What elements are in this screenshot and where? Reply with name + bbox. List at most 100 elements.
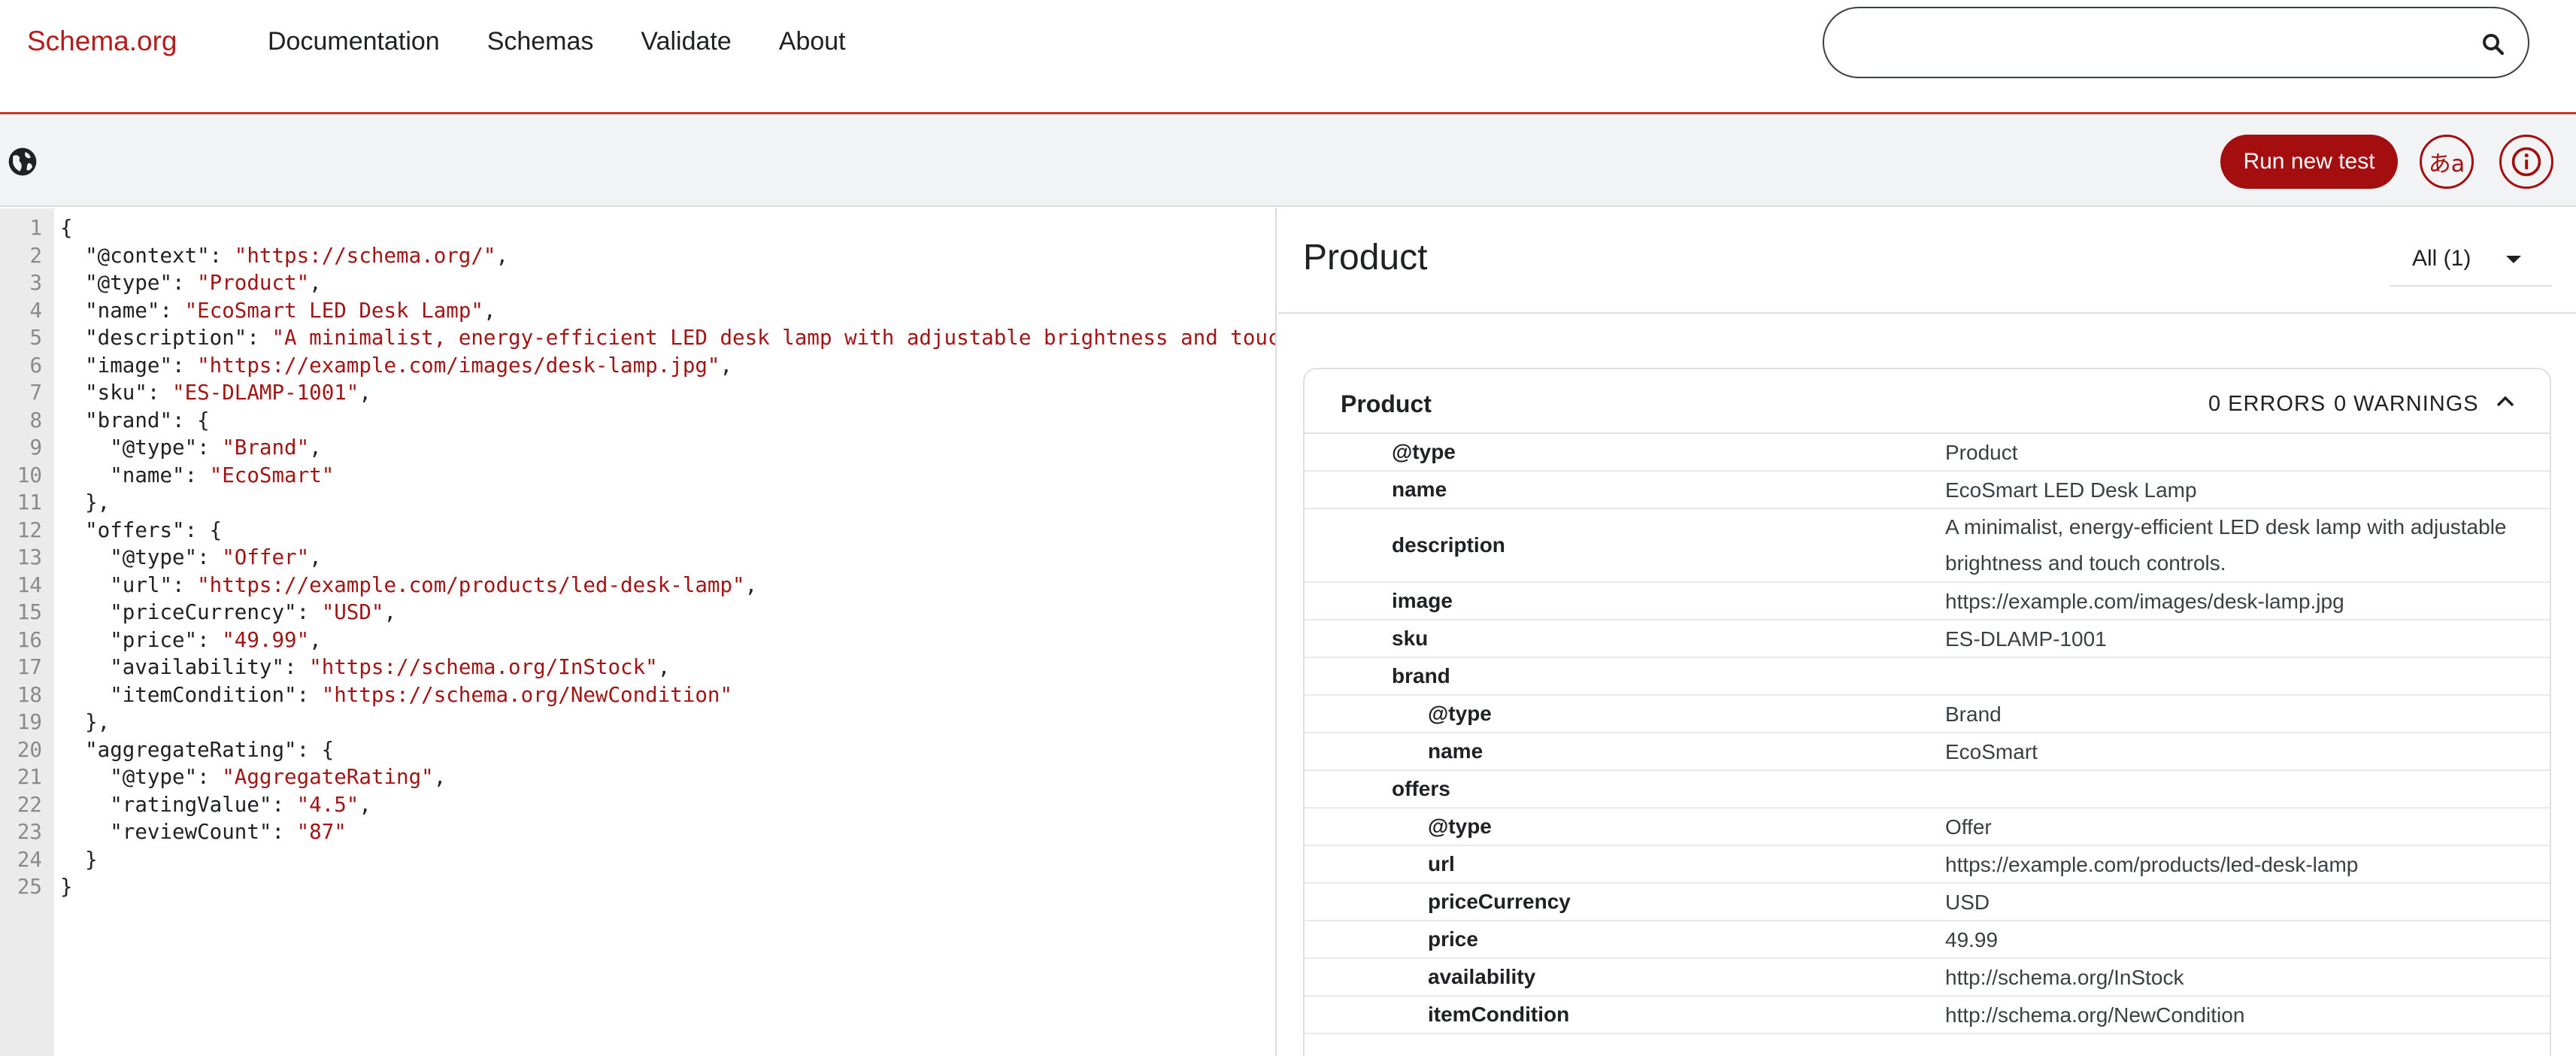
code-token: , xyxy=(720,353,733,378)
run-new-test-button[interactable]: Run new test xyxy=(2220,135,2398,189)
property-key: priceCurrency xyxy=(1428,890,1571,913)
line-number: 5 xyxy=(29,326,42,350)
code-token: "name": xyxy=(60,298,185,323)
property-key: name xyxy=(1392,478,1447,501)
search-icon[interactable] xyxy=(2480,31,2507,58)
property-row: priceCurrency USD xyxy=(1305,884,2550,921)
line-number: 6 xyxy=(29,353,42,378)
code-token: "ratingValue": xyxy=(60,792,297,817)
code-token: "@type": xyxy=(60,435,223,460)
nav-link-validate[interactable]: Validate xyxy=(641,27,731,56)
property-key: description xyxy=(1392,533,1505,557)
line-number: 21 xyxy=(17,765,42,789)
code-text: "name": "EcoSmart" xyxy=(60,462,334,490)
property-row: @type Brand xyxy=(1305,696,2550,733)
globe-icon[interactable] xyxy=(6,145,39,178)
code-token: "@type": xyxy=(60,271,198,295)
string-token: "49.99" xyxy=(222,627,310,652)
code-text: "aggregateRating": { xyxy=(60,736,334,764)
card-header[interactable]: Product 0 ERRORS 0 WARNINGS xyxy=(1305,369,2550,434)
code-text: "offers": { xyxy=(60,517,222,545)
property-row: name EcoSmart xyxy=(1305,733,2550,771)
property-value: Offer xyxy=(1945,815,1992,839)
code-line: 24 } xyxy=(0,846,1275,874)
code-line: 19 }, xyxy=(0,709,1275,736)
code-text: "itemCondition": "https://schema.org/New… xyxy=(60,681,732,709)
code-token: "priceCurrency": xyxy=(60,600,322,624)
code-token: } xyxy=(60,847,98,872)
code-token: "name": xyxy=(60,463,210,487)
string-token: "4.5" xyxy=(296,792,359,817)
nav-link-about[interactable]: About xyxy=(779,27,846,56)
code-token: "price": xyxy=(60,627,223,652)
code-line: 14 "url": "https://example.com/products/… xyxy=(0,572,1275,599)
code-token: } xyxy=(60,875,73,899)
code-line: 22 "ratingValue": "4.5", xyxy=(0,791,1275,819)
property-key: @type xyxy=(1428,815,1492,838)
code-line: 17 "availability": "https://schema.org/I… xyxy=(0,654,1275,681)
code-text: "priceCurrency": "USD", xyxy=(60,599,396,627)
property-key: sku xyxy=(1392,627,1429,650)
property-row: @type Offer xyxy=(1305,809,2550,846)
caret-down-icon xyxy=(2506,256,2521,263)
property-row: sku ES-DLAMP-1001 xyxy=(1305,621,2550,658)
code-token: , xyxy=(383,600,397,624)
language-icon: あa xyxy=(2428,151,2465,178)
results-header: Product All (1) xyxy=(1278,208,2576,314)
info-button[interactable] xyxy=(2499,135,2553,189)
code-line: 21 "@type": "AggregateRating", xyxy=(0,763,1275,791)
code-token: }, xyxy=(60,490,111,514)
line-number: 3 xyxy=(29,271,42,295)
property-value: http://schema.org/InStock xyxy=(1945,966,2184,989)
code-token: "availability": xyxy=(60,655,310,679)
code-line: 8 "brand": { xyxy=(0,407,1275,435)
card-title: Product xyxy=(1341,390,1432,417)
property-row: brand xyxy=(1305,658,2550,696)
line-number: 11 xyxy=(17,490,42,514)
code-token: "sku": xyxy=(60,381,173,405)
property-value: https://example.com/images/desk-lamp.jpg xyxy=(1945,590,2344,613)
string-token: "EcoSmart LED Desk Lamp" xyxy=(184,298,483,323)
code-text: "name": "EcoSmart LED Desk Lamp", xyxy=(60,297,496,325)
property-value: ES-DLAMP-1001 xyxy=(1945,627,2107,651)
code-text: "@type": "Offer", xyxy=(60,544,321,572)
language-button[interactable]: あa xyxy=(2420,135,2474,189)
code-text: "brand": { xyxy=(60,407,210,435)
property-row: name EcoSmart LED Desk Lamp xyxy=(1305,472,2550,509)
property-key: image xyxy=(1392,589,1453,612)
nav-link-schemas[interactable]: Schemas xyxy=(487,27,594,56)
string-token: "https://schema.org/" xyxy=(234,243,496,268)
code-token: , xyxy=(309,435,322,460)
search-input[interactable] xyxy=(1847,22,2463,64)
nav-link-documentation[interactable]: Documentation xyxy=(268,27,440,56)
site-logo[interactable]: Schema.org xyxy=(27,26,177,57)
code-text: }, xyxy=(60,489,110,517)
code-token: , xyxy=(359,792,371,817)
chevron-up-icon[interactable] xyxy=(2494,392,2517,410)
code-token: , xyxy=(309,271,322,295)
property-row: image https://example.com/images/desk-lam… xyxy=(1305,583,2550,621)
code-text: "@context": "https://schema.org/", xyxy=(60,242,508,270)
string-token: "Brand" xyxy=(222,435,310,460)
results-filter-dropdown[interactable]: All (1) xyxy=(2390,238,2552,287)
code-text: } xyxy=(60,873,73,901)
line-number: 2 xyxy=(29,243,42,268)
string-token: "Product" xyxy=(197,271,310,295)
code-line: 16 "price": "49.99", xyxy=(0,627,1275,654)
code-token: "@context": xyxy=(60,243,235,268)
string-token: "https://example.com/products/led-desk-l… xyxy=(197,572,745,597)
code-editor[interactable]: 1{2 "@context": "https://schema.org/", 3 … xyxy=(0,208,1277,1056)
top-navigation: Schema.org Documentation Schemas Validat… xyxy=(0,0,2576,114)
info-icon xyxy=(2511,147,2541,177)
property-row: url https://example.com/products/led-desk… xyxy=(1305,846,2550,884)
line-number: 20 xyxy=(17,737,42,762)
line-number: 10 xyxy=(17,463,42,487)
string-token: "87" xyxy=(296,820,347,844)
line-number: 24 xyxy=(17,847,42,872)
code-text: "ratingValue": "4.5", xyxy=(60,791,371,819)
results-title: Product xyxy=(1303,238,1428,278)
property-row: @type Product xyxy=(1305,434,2550,472)
code-line: 13 "@type": "Offer", xyxy=(0,544,1275,572)
code-line: 15 "priceCurrency": "USD", xyxy=(0,599,1275,627)
string-token: "EcoSmart" xyxy=(209,463,335,487)
